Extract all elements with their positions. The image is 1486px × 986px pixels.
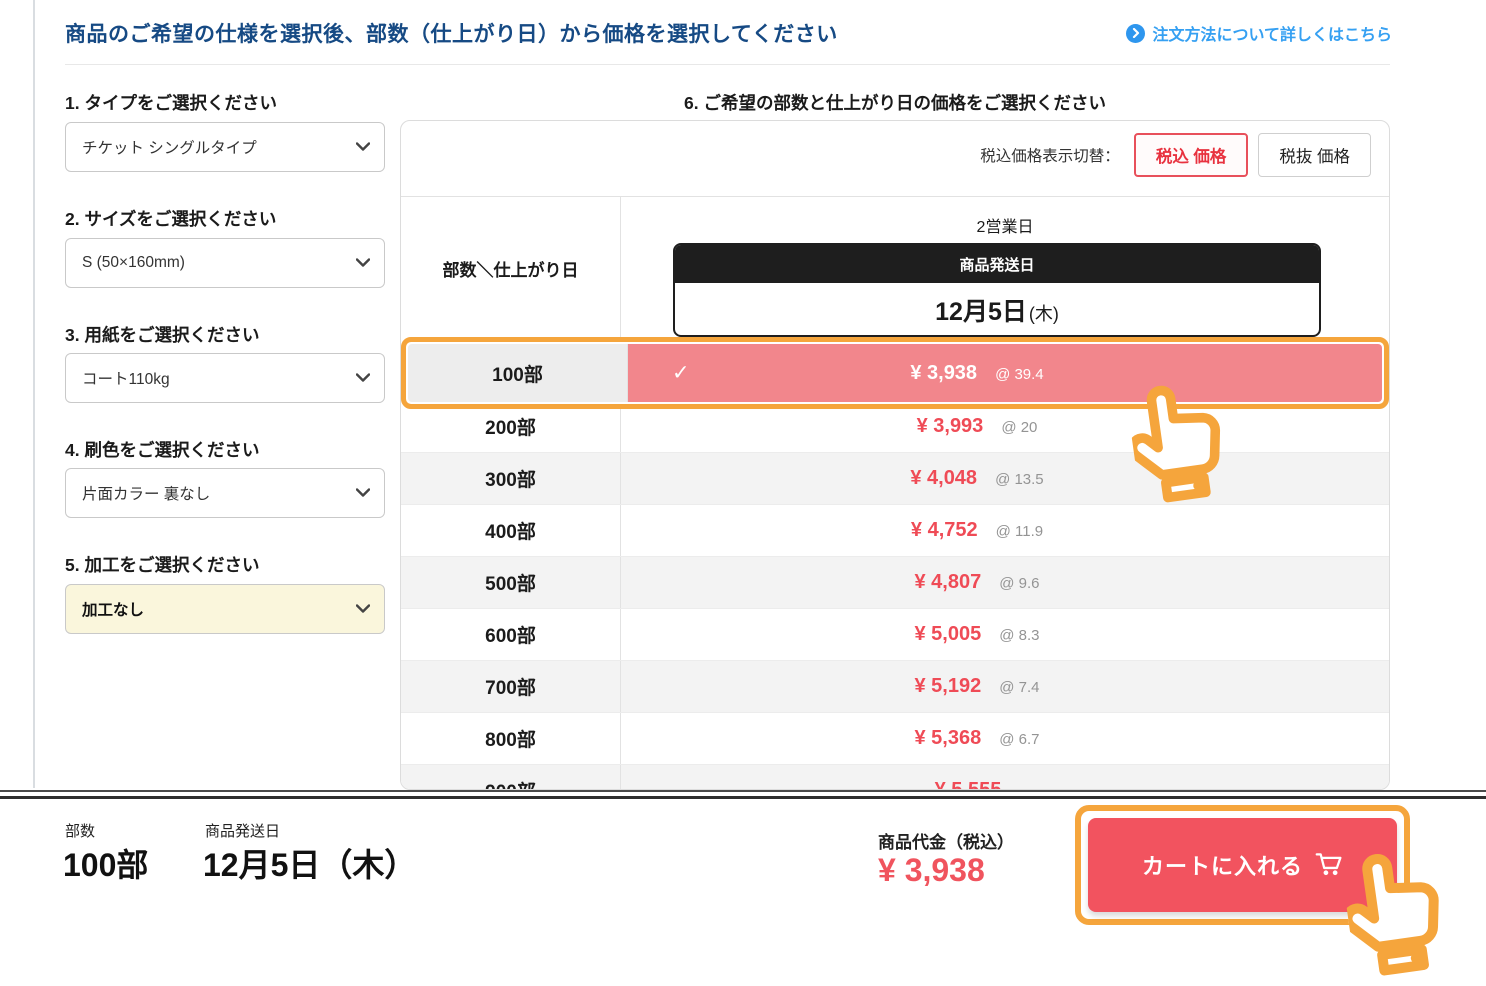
price-table-header: 部数＼仕上がり日 2営業日 商品発送日 12月5日 (木) [401, 196, 1389, 339]
option-label-color: 4. 刷色をご選択ください [65, 437, 259, 462]
table-row-700[interactable]: 700部 ¥ 5,192 @ 7.4 [401, 661, 1389, 713]
price-value: ¥ 3,938 [910, 362, 977, 385]
order-help-link[interactable]: 注文方法について詳しくはこちら [1126, 21, 1392, 45]
unit-price: @ 13.5 [995, 471, 1044, 488]
option-label-paper: 3. 用紙をご選択ください [65, 322, 259, 347]
summary-total-value: ¥ 3,938 [878, 852, 985, 889]
price-value: ¥ 5,555 [935, 779, 1002, 790]
price-cell[interactable]: ¥ 5,005 @ 8.3 [621, 609, 1389, 660]
tax-excluded-button[interactable]: 税抜 価格 [1258, 133, 1371, 177]
cart-button-highlight: カートに入れる [1075, 805, 1410, 925]
page-left-rule [33, 0, 35, 788]
header-divider [65, 64, 1390, 65]
unit-price: @ 11.9 [996, 523, 1043, 540]
qty-cell: 500部 [401, 557, 621, 608]
page-title: 商品のご希望の仕様を選択後、部数（仕上がり日）から価格を選択してください [65, 18, 838, 48]
size-select[interactable]: S (50×160mm) [65, 238, 385, 288]
qty-cell: 800部 [401, 713, 621, 764]
price-value: ¥ 5,368 [915, 727, 982, 750]
price-value: ¥ 4,752 [911, 519, 978, 542]
unit-price: @ 6.7 [999, 731, 1039, 748]
price-cell[interactable]: ¥ 4,048 @ 13.5 [621, 453, 1389, 504]
option-label-size: 2. サイズをご選択ください [65, 206, 276, 231]
paper-select-value: コート110kg [82, 367, 170, 389]
table-row-400[interactable]: 400部 ¥ 4,752 @ 11.9 [401, 505, 1389, 557]
price-cell[interactable]: ¥ 5,192 @ 7.4 [621, 661, 1389, 712]
type-select[interactable]: チケット シングルタイプ [65, 122, 385, 172]
chevron-down-icon [356, 254, 370, 272]
summary-total-label: 商品代金（税込） [878, 828, 1014, 853]
price-value: ¥ 5,192 [915, 675, 982, 698]
selected-row-highlight: 100部 ✓ ¥ 3,938 @ 39.4 [401, 337, 1389, 409]
option-label-type: 1. タイプをご選択ください [65, 90, 277, 115]
chevron-down-icon [356, 600, 370, 618]
table-row-800[interactable]: 800部 ¥ 5,368 @ 6.7 [401, 713, 1389, 765]
unit-price: @ 9.6 [999, 575, 1039, 592]
summary-ship-label: 商品発送日 [205, 820, 280, 841]
ship-date-weekday: (木) [1029, 300, 1059, 326]
table-row-900[interactable]: 900部 ¥ 5,555 [401, 765, 1389, 790]
paper-select[interactable]: コート110kg [65, 353, 385, 403]
price-value: ¥ 4,048 [910, 467, 977, 490]
tax-toggle-label: 税込価格表示切替： [980, 144, 1120, 166]
add-to-cart-label: カートに入れる [1142, 849, 1303, 881]
ship-date-card: 商品発送日 12月5日 (木) [673, 243, 1321, 337]
print-color-select-value: 片面カラー 裏なし [82, 482, 210, 504]
chevron-down-icon [356, 138, 370, 156]
table-row-300[interactable]: 300部 ¥ 4,048 @ 13.5 [401, 453, 1389, 505]
order-summary-bar: 部数 100部 商品発送日 12月5日（木） 商品代金（税込） ¥ 3,938 … [0, 790, 1486, 930]
price-value: ¥ 3,993 [917, 415, 984, 438]
order-help-link-label: 注文方法について詳しくはこちら [1152, 21, 1392, 45]
price-cell[interactable]: ¥ 5,555 [621, 765, 1389, 790]
finish-select[interactable]: 加工なし [65, 584, 385, 634]
price-cell[interactable]: ¥ 4,807 @ 9.6 [621, 557, 1389, 608]
unit-price: @ 39.4 [995, 366, 1044, 383]
table-row-100[interactable]: 100部 ✓ ¥ 3,938 @ 39.4 [408, 344, 1382, 402]
price-value: ¥ 4,807 [915, 571, 982, 594]
ship-date-text: 12月5日 [935, 292, 1027, 328]
unit-price: @ 7.4 [999, 679, 1039, 696]
qty-cell: 400部 [401, 505, 621, 556]
summary-qty-label: 部数 [65, 820, 95, 841]
finish-select-value: 加工なし [82, 598, 144, 620]
size-select-value: S (50×160mm) [82, 254, 185, 272]
ship-date-card-header: 商品発送日 [675, 245, 1319, 283]
table-row-500[interactable]: 500部 ¥ 4,807 @ 9.6 [401, 557, 1389, 609]
chevron-down-icon [356, 484, 370, 502]
qty-cell: 100部 [408, 344, 628, 402]
chevron-down-icon [356, 369, 370, 387]
tax-toggle: 税込価格表示切替： 税込 価格 税抜 価格 [980, 133, 1371, 177]
unit-price: @ 20 [1001, 419, 1037, 436]
print-color-select[interactable]: 片面カラー 裏なし [65, 468, 385, 518]
price-cell[interactable]: ¥ 4,752 @ 11.9 [621, 505, 1389, 556]
unit-price: @ 8.3 [999, 627, 1039, 644]
corner-header: 部数＼仕上がり日 [401, 197, 621, 340]
pricing-section-title: 6. ご希望の部数と仕上がり日の価格をご選択ください [400, 90, 1390, 115]
add-to-cart-button[interactable]: カートに入れる [1088, 818, 1397, 912]
summary-qty-value: 100部 [63, 840, 148, 886]
qty-cell: 300部 [401, 453, 621, 504]
price-table-panel: 税込価格表示切替： 税込 価格 税抜 価格 部数＼仕上がり日 2営業日 商品発送… [400, 120, 1390, 790]
qty-cell: 700部 [401, 661, 621, 712]
qty-cell: 600部 [401, 609, 621, 660]
price-cell[interactable]: ¥ 5,368 @ 6.7 [621, 713, 1389, 764]
option-label-finish: 5. 加工をご選択ください [65, 552, 259, 577]
arrow-circle-right-icon [1126, 24, 1145, 43]
table-row-600[interactable]: 600部 ¥ 5,005 @ 8.3 [401, 609, 1389, 661]
price-rows: 200部 ¥ 3,993 @ 20 300部 ¥ 4,048 @ 13.5 40… [401, 401, 1389, 790]
tax-included-button[interactable]: 税込 価格 [1134, 133, 1249, 177]
price-cell[interactable]: ✓ ¥ 3,938 @ 39.4 [628, 344, 1382, 402]
ship-date-value: 12月5日 (木) [675, 283, 1319, 337]
price-value: ¥ 5,005 [915, 623, 982, 646]
qty-cell: 900部 [401, 765, 621, 790]
type-select-value: チケット シングルタイプ [82, 136, 257, 158]
check-icon: ✓ [672, 361, 690, 386]
summary-ship-value: 12月5日（木） [203, 840, 416, 886]
cart-icon [1315, 851, 1343, 880]
lead-time-label: 2営業日 [621, 213, 1389, 237]
